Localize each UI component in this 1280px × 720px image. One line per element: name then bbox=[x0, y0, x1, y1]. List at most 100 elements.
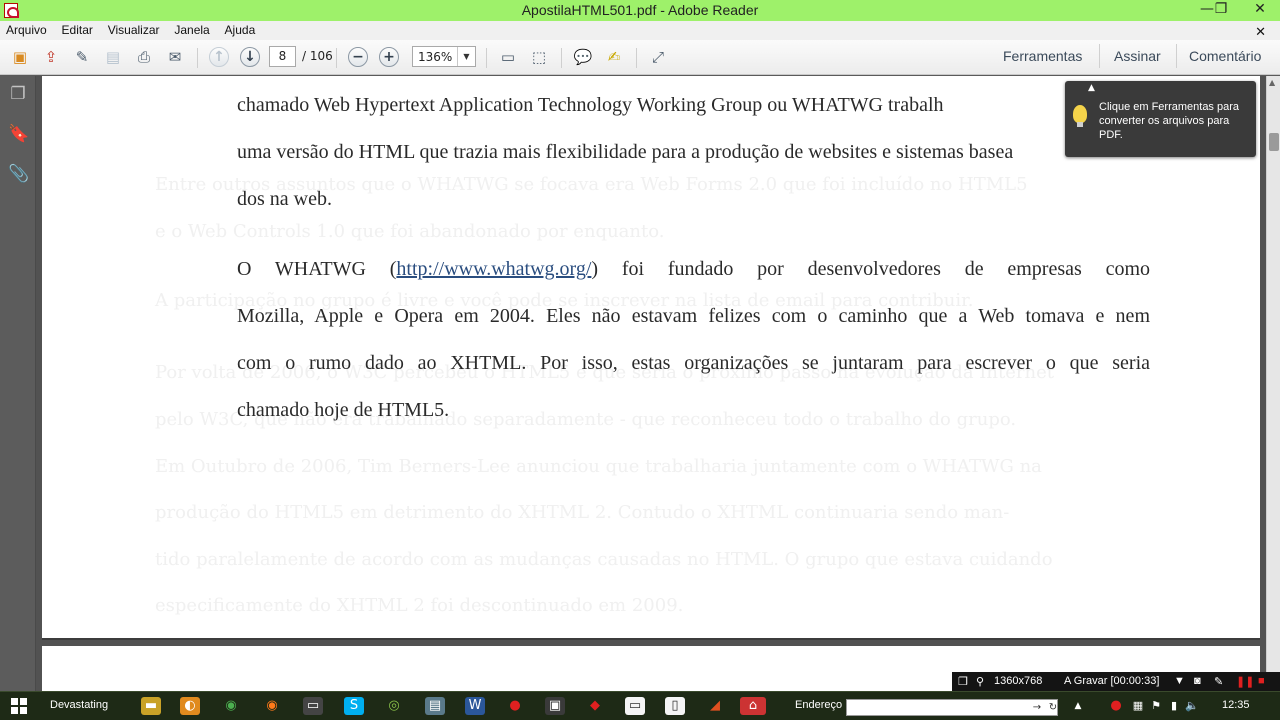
tooltip-text: Clique em Ferramentas para converter os … bbox=[1099, 101, 1240, 141]
toolbar-separator bbox=[197, 48, 198, 68]
word-icon[interactable]: W bbox=[465, 697, 485, 715]
close-button[interactable]: ✕ bbox=[1240, 0, 1280, 21]
previous-page-icon[interactable]: ↑ bbox=[207, 46, 231, 68]
address-label: Endereço bbox=[795, 699, 843, 711]
volume-icon[interactable]: 🔈 bbox=[1182, 697, 1202, 715]
vertical-scrollbar[interactable]: ▲ bbox=[1266, 76, 1280, 691]
zoom-select[interactable]: 136% ▼ bbox=[412, 46, 476, 67]
network-icon[interactable]: ▦ bbox=[1128, 697, 1148, 715]
tools-link[interactable]: Ferramentas bbox=[1003, 48, 1082, 64]
scroll-up-icon[interactable]: ▲ bbox=[1269, 78, 1275, 87]
dropdown-icon[interactable]: ▼ bbox=[1174, 675, 1185, 687]
edit-icon[interactable]: ✎ bbox=[70, 46, 94, 68]
lightbulb-icon bbox=[1073, 105, 1087, 127]
link-separator bbox=[1099, 44, 1100, 68]
pause-icon[interactable]: ❚❚ bbox=[1236, 675, 1254, 688]
whatwg-link[interactable]: http://www.whatwg.org/ bbox=[396, 258, 591, 280]
recording-status: A Gravar [00:00:33] bbox=[1064, 675, 1160, 687]
text-line: Mozilla, Apple e Opera em 2004. Eles não… bbox=[237, 305, 1150, 327]
taskbar: Devastating ▬ ◐ ◉ ◉ ▭ S ◎ ▤ W ● ▣ ◆ ▭ ▯ … bbox=[0, 691, 1280, 720]
title-bar: ApostilaHTML501.pdf - Adobe Reader — ❐ ✕ bbox=[0, 0, 1280, 21]
stop-icon[interactable]: ■ bbox=[1258, 675, 1265, 687]
page-total: / 106 bbox=[302, 49, 333, 63]
skype-icon[interactable]: S bbox=[344, 697, 364, 715]
print-icon[interactable]: ⎙ bbox=[132, 46, 156, 68]
highlight-icon[interactable]: ✍ bbox=[602, 46, 626, 68]
firefox-icon[interactable]: ◉ bbox=[262, 697, 282, 715]
close-document-button[interactable]: ✕ bbox=[1249, 22, 1271, 40]
pages-thumbnail-icon[interactable]: ❐ bbox=[8, 84, 28, 106]
refresh-icon[interactable]: ↻ bbox=[1043, 699, 1063, 717]
document-icon[interactable]: ▯ bbox=[665, 697, 685, 715]
bookmarks-icon[interactable]: 🔖 bbox=[8, 124, 29, 146]
sign-link[interactable]: Assinar bbox=[1114, 48, 1161, 64]
faded-text-line: especificamente do XHTML 2 foi descontin… bbox=[155, 595, 684, 616]
save-icon[interactable]: ▤ bbox=[101, 46, 125, 68]
menu-editar[interactable]: Editar bbox=[56, 21, 98, 37]
next-page-icon[interactable]: ↓ bbox=[238, 46, 262, 68]
text-fragment: ) foi fundado por desenvolvedores de emp… bbox=[591, 258, 1151, 280]
media-player-icon[interactable]: ◐ bbox=[180, 697, 200, 715]
text-fragment: O WHATWG ( bbox=[237, 258, 397, 280]
faded-text-line: e o Web Controls 1.0 que foi abandonado … bbox=[155, 221, 665, 242]
app-icon[interactable]: ◆ bbox=[585, 697, 605, 715]
scrollbar-thumb[interactable] bbox=[1269, 133, 1279, 151]
text-line: uma versão do HTML que trazia mais flexi… bbox=[237, 141, 1014, 163]
faded-text-line: Em Outubro de 2006, Tim Berners-Lee anun… bbox=[155, 456, 1042, 477]
comment-icon[interactable]: 💬 bbox=[571, 46, 595, 68]
create-pdf-icon[interactable]: ▣ bbox=[8, 46, 32, 68]
toolbar-separator bbox=[636, 48, 637, 68]
export-icon[interactable]: ⇪ bbox=[39, 46, 63, 68]
fit-page-icon[interactable]: ▭ bbox=[496, 46, 520, 68]
menu-ajuda[interactable]: Ajuda bbox=[219, 21, 261, 37]
recording-tray-icon[interactable]: ● bbox=[1106, 697, 1126, 715]
page-number-input[interactable]: 8 bbox=[269, 46, 296, 67]
document-viewer[interactable]: Entre outros assuntos que o WHATWG se fo… bbox=[36, 76, 1266, 691]
caret-up-icon[interactable]: ▲ bbox=[1088, 83, 1095, 93]
adobe-reader-taskbar-icon[interactable]: ⌂ bbox=[740, 697, 766, 715]
screen-icon[interactable]: ▣ bbox=[545, 697, 565, 715]
office-icon[interactable]: ◢ bbox=[705, 697, 725, 715]
taskbar-active-label[interactable]: Devastating bbox=[50, 699, 108, 711]
recording-resolution: 1360x768 bbox=[994, 675, 1043, 687]
restore-button[interactable]: ❐ bbox=[1206, 0, 1236, 21]
link-separator bbox=[1176, 44, 1177, 68]
flag-icon[interactable]: ⚑ bbox=[1146, 697, 1166, 715]
menu-janela[interactable]: Janela bbox=[168, 21, 214, 37]
faded-text-line: produção do HTML5 em detrimento do XHTML… bbox=[155, 502, 1010, 523]
menu-arquivo[interactable]: Arquivo bbox=[0, 21, 52, 37]
window-select-icon[interactable]: ❐ bbox=[958, 675, 968, 688]
pen-icon[interactable]: ✎ bbox=[1214, 675, 1223, 688]
zoom-value[interactable]: 136% bbox=[418, 50, 452, 64]
fullscreen-icon[interactable]: ⤢ bbox=[646, 46, 670, 68]
window-title: ApostilaHTML501.pdf - Adobe Reader bbox=[521, 2, 759, 18]
camera-icon[interactable]: ◙ bbox=[1194, 675, 1201, 687]
show-hidden-icons[interactable]: ▲ bbox=[1068, 697, 1088, 715]
attachments-icon[interactable]: 📎 bbox=[8, 164, 29, 186]
text-line: com o rumo dado ao XHTML. Por isso, esta… bbox=[237, 352, 1150, 374]
notepad-icon[interactable]: ▤ bbox=[425, 697, 445, 715]
chrome-icon[interactable]: ◉ bbox=[221, 697, 241, 715]
clock[interactable]: 12:35 bbox=[1222, 699, 1250, 711]
record-icon[interactable]: ● bbox=[505, 697, 525, 715]
email-icon[interactable]: ✉ bbox=[163, 46, 187, 68]
menu-visualizar[interactable]: Visualizar bbox=[102, 21, 165, 37]
signal-icon[interactable]: ▮ bbox=[1164, 697, 1184, 715]
search-icon[interactable]: ⚲ bbox=[976, 675, 984, 688]
zoom-out-icon[interactable]: − bbox=[346, 46, 370, 68]
text-line: O WHATWG (http://www.whatwg.org/) foi fu… bbox=[237, 258, 1150, 281]
chevron-down-icon[interactable]: ▼ bbox=[457, 47, 475, 66]
toolbar: ▣ ⇪ ✎ ▤ ⎙ ✉ ↑ ↓ − + ▭ ⬚ 💬 ✍ ⤢ bbox=[0, 40, 1280, 75]
toolbar-separator bbox=[336, 48, 337, 68]
file-explorer-icon[interactable]: ▬ bbox=[141, 697, 161, 715]
start-button[interactable] bbox=[11, 698, 27, 714]
menu-bar: Arquivo Editar Visualizar Janela Ajuda ✕ bbox=[0, 21, 1280, 40]
comment-link[interactable]: Comentário bbox=[1189, 48, 1261, 64]
text-line: chamado hoje de HTML5. bbox=[237, 399, 450, 421]
media-icon[interactable]: ◎ bbox=[384, 697, 404, 715]
fit-width-icon[interactable]: ⬚ bbox=[527, 46, 551, 68]
zoom-in-icon[interactable]: + bbox=[377, 46, 401, 68]
window-icon[interactable]: ▭ bbox=[625, 697, 645, 715]
terminal-icon[interactable]: ▭ bbox=[303, 697, 323, 715]
recording-bar: ❐ ⚲ 1360x768 A Gravar [00:00:33] ▼ ◙ ✎ ❚… bbox=[952, 672, 1280, 691]
